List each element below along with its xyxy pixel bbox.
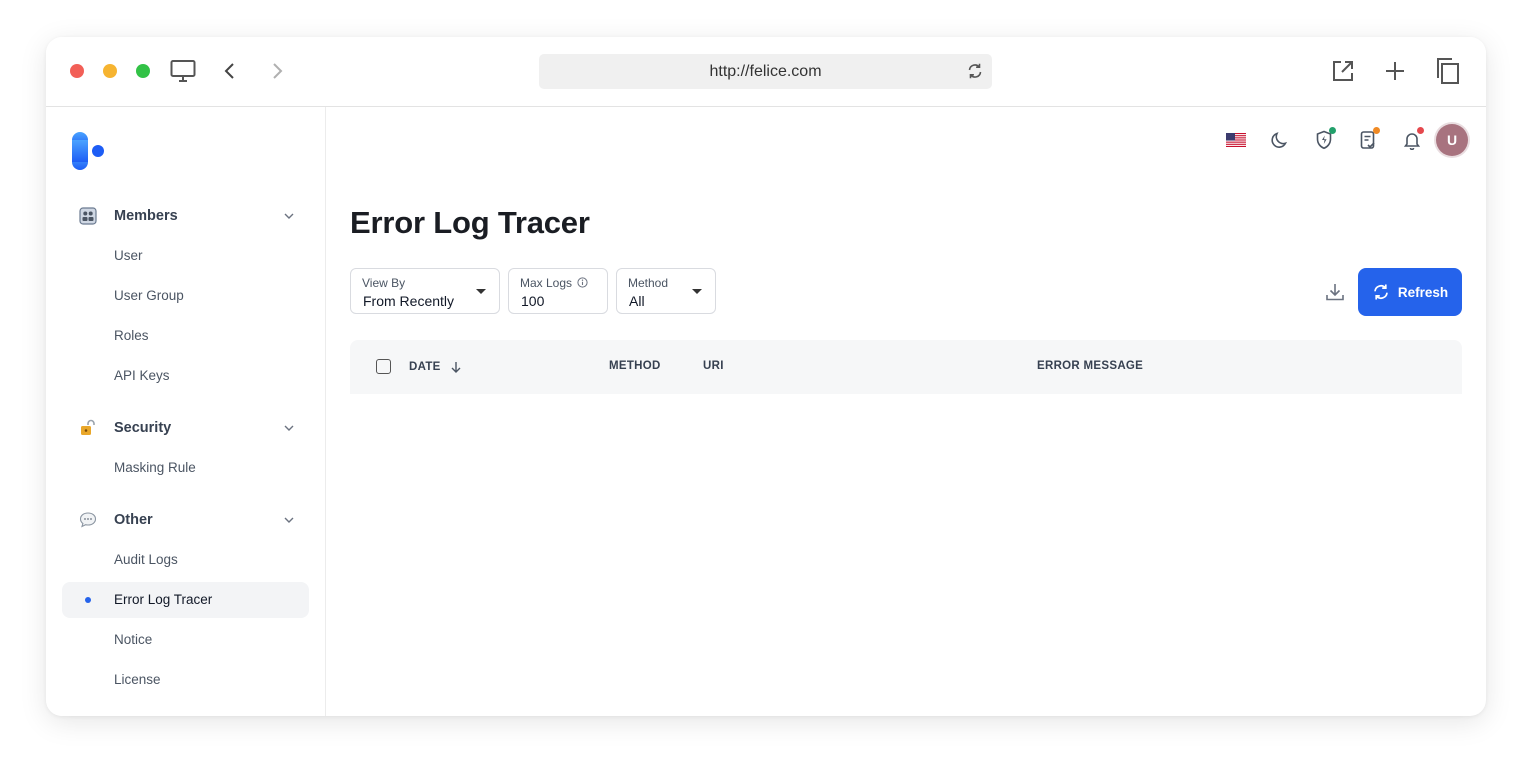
- sidebar-item-masking-rule[interactable]: Masking Rule: [62, 450, 309, 486]
- field-value: From Recently: [363, 293, 455, 309]
- download-icon[interactable]: [1324, 281, 1346, 308]
- chevron-down-icon[interactable]: [283, 421, 295, 439]
- sidebar-item-label: User Group: [114, 288, 184, 303]
- field-value: All: [629, 293, 645, 309]
- column-header-label: ERROR MESSAGE: [1037, 360, 1144, 372]
- sidebar-item-label: Roles: [114, 328, 149, 343]
- close-window-button[interactable]: [70, 64, 84, 78]
- url-text: http://felice.com: [709, 63, 822, 80]
- field-label-text: Max Logs: [520, 276, 573, 290]
- column-header-date[interactable]: DATE: [409, 360, 463, 374]
- sidebar-item-user-group[interactable]: User Group: [62, 278, 309, 314]
- dark-mode-moon-icon[interactable]: [1258, 123, 1302, 157]
- forward-arrow-icon[interactable]: [270, 62, 284, 80]
- security-shield-icon[interactable]: [1302, 123, 1346, 157]
- dropdown-caret-icon: [692, 289, 702, 294]
- field-label: Max Logs: [520, 276, 588, 290]
- column-header-label: URI: [703, 360, 724, 372]
- sidebar: Members User User Group Roles API Keys S…: [46, 107, 326, 716]
- field-value: 100: [521, 293, 545, 309]
- sort-down-arrow-icon[interactable]: [449, 360, 463, 374]
- address-bar[interactable]: http://felice.com: [539, 54, 992, 89]
- sidebar-item-label: Notice: [114, 632, 153, 647]
- sidebar-item-label: User: [114, 248, 143, 263]
- refresh-button-label: Refresh: [1397, 284, 1449, 300]
- nav-group-security[interactable]: Security: [62, 410, 309, 446]
- open-external-icon[interactable]: [1331, 59, 1355, 83]
- sidebar-item-api-keys[interactable]: API Keys: [62, 358, 309, 394]
- chevron-down-icon[interactable]: [283, 209, 295, 227]
- reload-icon[interactable]: [966, 62, 984, 85]
- sidebar-item-roles[interactable]: Roles: [62, 318, 309, 354]
- dropdown-caret-icon: [476, 289, 486, 294]
- field-label: View By: [362, 276, 406, 290]
- active-indicator-dot: [85, 597, 91, 603]
- sidebar-item-license[interactable]: License: [62, 662, 309, 698]
- column-header-error-message[interactable]: ERROR MESSAGE: [1037, 360, 1143, 372]
- sidebar-item-label: License: [114, 672, 161, 687]
- column-header-method[interactable]: METHOD: [609, 360, 661, 372]
- page-title: Error Log Tracer: [350, 205, 590, 240]
- refresh-button[interactable]: Refresh: [1358, 268, 1462, 316]
- tasks-checklist-icon[interactable]: [1346, 123, 1390, 157]
- nav-group-label: Other: [114, 512, 153, 528]
- monitor-icon[interactable]: [170, 59, 196, 83]
- speech-bubble-icon: [76, 511, 100, 529]
- view-by-select[interactable]: View By From Recently: [350, 268, 500, 314]
- status-badge-dot: [1373, 127, 1380, 134]
- sidebar-item-label: Error Log Tracer: [114, 592, 213, 607]
- column-header-label: DATE: [409, 361, 441, 373]
- browser-titlebar: http://felice.com: [46, 37, 1486, 107]
- sidebar-item-notice[interactable]: Notice: [62, 622, 309, 658]
- sidebar-item-error-log-tracer[interactable]: Error Log Tracer: [62, 582, 309, 618]
- main-content: U Error Log Tracer View By From Recently…: [326, 107, 1486, 716]
- sidebar-item-user[interactable]: User: [62, 238, 309, 274]
- browser-window: http://felice.com Members User User Grou…: [46, 37, 1486, 716]
- sidebar-item-label: Audit Logs: [114, 552, 178, 567]
- error-log-table-header: DATE METHOD URI ERROR MESSAGE: [350, 340, 1462, 394]
- user-avatar[interactable]: U: [1436, 124, 1468, 156]
- sidebar-item-label: Masking Rule: [114, 460, 196, 475]
- nav-group-label: Security: [114, 420, 172, 436]
- chevron-down-icon[interactable]: [283, 513, 295, 531]
- info-icon[interactable]: [577, 277, 588, 288]
- language-flag-us-icon[interactable]: [1214, 123, 1258, 157]
- lock-icon: [76, 419, 100, 437]
- max-logs-input[interactable]: Max Logs 100: [508, 268, 608, 314]
- column-header-label: METHOD: [609, 360, 661, 372]
- select-all-checkbox[interactable]: [376, 359, 391, 374]
- nav-group-other[interactable]: Other: [62, 502, 309, 538]
- new-tab-plus-icon[interactable]: [1384, 60, 1406, 82]
- status-badge-dot: [1329, 127, 1336, 134]
- app-logo[interactable]: [70, 131, 106, 176]
- header-actions: U: [1214, 123, 1468, 157]
- notification-bell-icon[interactable]: [1390, 123, 1434, 157]
- column-header-uri[interactable]: URI: [703, 360, 724, 372]
- refresh-icon: [1374, 284, 1388, 300]
- nav-group-members[interactable]: Members: [62, 198, 309, 234]
- method-select[interactable]: Method All: [616, 268, 716, 314]
- minimize-window-button[interactable]: [103, 64, 117, 78]
- sidebar-item-label: API Keys: [114, 368, 170, 383]
- copy-windows-icon[interactable]: [1435, 57, 1461, 85]
- back-arrow-icon[interactable]: [223, 62, 237, 80]
- field-label: Method: [628, 276, 669, 290]
- status-badge-dot: [1417, 127, 1424, 134]
- maximize-window-button[interactable]: [136, 64, 150, 78]
- members-icon: [76, 207, 100, 225]
- sidebar-item-audit-logs[interactable]: Audit Logs: [62, 542, 309, 578]
- nav-group-label: Members: [114, 208, 178, 224]
